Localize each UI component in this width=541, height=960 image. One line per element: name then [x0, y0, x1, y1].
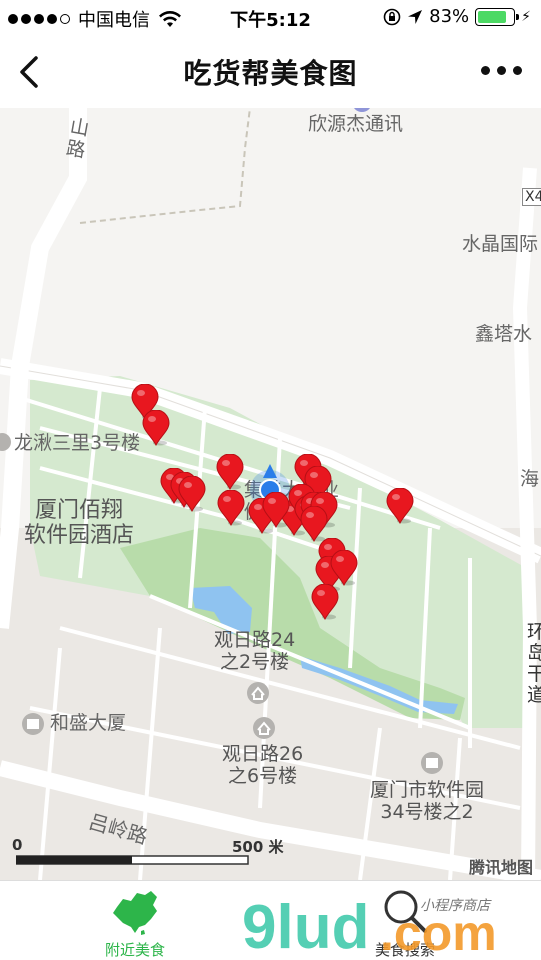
- tab-bar: 附近美食 美食搜索: [0, 880, 541, 960]
- battery-percent: 83%: [429, 6, 470, 27]
- map-label-hesheng: 和盛大厦: [50, 712, 127, 734]
- map-label-longqiu: 龙湫三里3号楼: [14, 432, 141, 454]
- food-pin[interactable]: [178, 476, 206, 512]
- tab-nearby-food-label: 附近美食: [104, 941, 165, 959]
- map-label-x4: X4: [522, 188, 541, 207]
- map-view[interactable]: 欣源杰通讯 水晶国际 鑫塔水 海 龙湫三里3号楼 厦门佰翔 软件园酒店 观日路2…: [0, 108, 541, 880]
- more-dots-icon: [481, 65, 490, 75]
- battery-icon: [475, 7, 520, 26]
- tab-nearby-food[interactable]: 附近美食: [70, 885, 200, 959]
- charging-icon: ⚡: [521, 8, 531, 25]
- food-pin[interactable]: [330, 550, 358, 586]
- map-label-xinta: 鑫塔水: [475, 323, 533, 345]
- more-button[interactable]: [481, 58, 525, 82]
- tab-food-search[interactable]: 美食搜索: [340, 885, 470, 959]
- map-label-hotel: 厦门佰翔 软件园酒店: [24, 498, 135, 549]
- food-pin[interactable]: [217, 490, 245, 526]
- scale-bar: [16, 855, 249, 865]
- map-label-xinyuanjie: 欣源杰通讯: [308, 113, 404, 135]
- map-label-huandao: 环 岛 干 道: [527, 621, 541, 706]
- food-pin[interactable]: [262, 492, 290, 528]
- location-arrow-icon: [408, 9, 423, 24]
- food-pin[interactable]: [311, 584, 339, 620]
- magnifier-icon: [384, 890, 427, 933]
- tab-food-search-label: 美食搜索: [374, 941, 435, 959]
- nav-bar: 吃货帮美食图: [0, 36, 541, 108]
- scale-zero: 0: [12, 836, 23, 854]
- page-title: 吃货帮美食图: [183, 57, 358, 90]
- status-right: 83% ⚡: [383, 6, 531, 27]
- map-label-shuijing: 水晶国际: [462, 233, 539, 255]
- food-pin[interactable]: [142, 410, 170, 446]
- food-pin[interactable]: [386, 488, 414, 524]
- map-label-guanri24: 观日路24 之2号楼: [214, 629, 296, 673]
- rotation-lock-icon: [383, 8, 401, 25]
- map-attribution: 腾讯地图: [468, 858, 533, 877]
- food-pin[interactable]: [300, 506, 328, 542]
- status-bar: 中国电信 下午5:12 83% ⚡: [0, 0, 541, 36]
- map-label-software34: 厦门市软件园 34号楼之2: [370, 779, 485, 823]
- china-map-icon: [113, 891, 157, 935]
- map-label-hai: 海: [520, 468, 540, 490]
- food-pin[interactable]: [216, 454, 244, 490]
- map-label-guanri26: 观日路26 之6号楼: [222, 743, 304, 787]
